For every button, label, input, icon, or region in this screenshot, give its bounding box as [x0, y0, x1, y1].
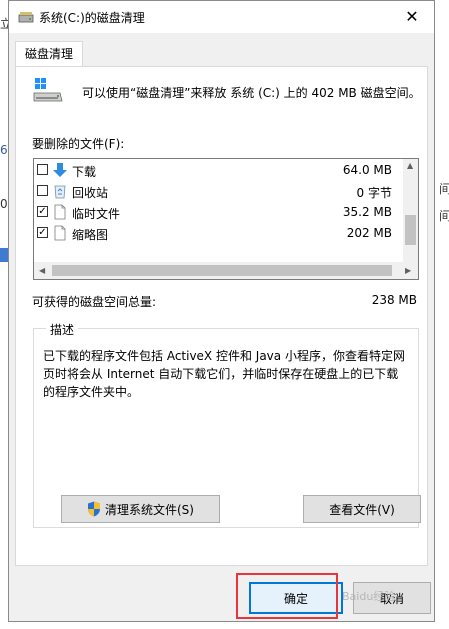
item-name: 缩略图 [72, 228, 109, 242]
title-bar[interactable]: 系统(C:)的磁盘清理 ✕ [9, 1, 434, 33]
background-glyph: 0 [0, 197, 8, 211]
total-space-value: 238 MB [371, 293, 417, 307]
item-name: 下载 [72, 165, 97, 179]
clean-system-files-button[interactable]: 清理系统文件(S) [61, 495, 220, 523]
uac-shield-icon [88, 501, 100, 517]
view-files-button[interactable]: 查看文件(V) [303, 495, 421, 523]
watermark: Baidu经验 [342, 590, 396, 603]
space-summary: 可以使用“磁盘清理”来释放 系统 (C:) 上的 402 MB 磁盘空间。 [82, 86, 421, 100]
files-to-delete-label: 要删除的文件(F): [32, 137, 125, 151]
item-size: 202 MB [346, 226, 392, 240]
recycle-bin-icon [54, 185, 66, 199]
disk-cleanup-window: 系统(C:)的磁盘清理 ✕ 磁盘清理 可以使用“磁盘清理”来释放 系统 (C:)… [8, 0, 435, 622]
scroll-left-icon[interactable]: ◀ [39, 266, 45, 275]
view-files-label: 查看文件(V) [329, 502, 395, 517]
list-item[interactable]: ✓ 缩略图 202 MB [34, 223, 406, 244]
scroll-up-icon[interactable]: ▲ [407, 161, 413, 170]
checkbox[interactable] [37, 185, 48, 196]
description-text: 已下载的程序文件包括 ActiveX 控件和 Java 小程序，你查看特定网页时… [43, 349, 405, 399]
disk-cleanup-app-icon [18, 12, 34, 23]
file-icon [54, 204, 66, 220]
highlight-box [236, 573, 338, 619]
close-button[interactable]: ✕ [390, 1, 434, 31]
list-item[interactable]: 下载 64.0 MB [34, 160, 406, 181]
vertical-scrollbar[interactable]: ▲ [403, 159, 418, 263]
background-glyph: 6 [0, 143, 8, 157]
file-icon [54, 225, 66, 241]
list-item[interactable]: ✓ 临时文件 35.2 MB [34, 202, 406, 223]
download-arrow-icon [53, 163, 67, 177]
scroll-right-icon[interactable]: ▶ [405, 266, 411, 275]
background-window-right: 间 间 [435, 0, 449, 629]
background-glyph: 间 [439, 209, 449, 223]
background-window-left: 立 6 0 [0, 0, 12, 629]
background-bar [0, 248, 8, 262]
background-glyph: 间 [439, 182, 449, 196]
description-group: 描述 已下载的程序文件包括 ActiveX 控件和 Java 小程序，你查看特定… [33, 321, 421, 528]
tab-disk-cleanup[interactable]: 磁盘清理 [15, 41, 83, 67]
vertical-scroll-thumb[interactable] [405, 215, 416, 245]
item-size: 64.0 MB [342, 163, 392, 177]
item-size: 35.2 MB [342, 205, 392, 219]
horizontal-scroll-thumb[interactable] [52, 265, 392, 276]
item-size: 0 字节 [356, 186, 392, 200]
horizontal-scrollbar[interactable]: ◀ ▶ [34, 262, 418, 279]
description-title: 描述 [46, 321, 79, 338]
checkbox[interactable]: ✓ [37, 206, 48, 217]
item-name: 临时文件 [72, 207, 121, 221]
clean-system-files-label: 清理系统文件(S) [105, 502, 194, 517]
item-name: 回收站 [72, 186, 109, 200]
total-space-label: 可获得的磁盘空间总量: [32, 295, 157, 309]
tab-panel: 可以使用“磁盘清理”来释放 系统 (C:) 上的 402 MB 磁盘空间。 要删… [15, 66, 428, 566]
list-item[interactable]: 回收站 0 字节 [34, 181, 406, 202]
checkbox[interactable]: ✓ [37, 227, 48, 238]
drive-icon [33, 78, 63, 102]
close-icon: ✕ [405, 6, 419, 26]
checkbox[interactable] [37, 164, 48, 175]
window-title: 系统(C:)的磁盘清理 [39, 11, 145, 25]
files-to-delete-list[interactable]: 下载 64.0 MB 回收站 0 字节 ✓ 临时文件 35.2 MB ✓ 缩略图… [33, 158, 419, 280]
